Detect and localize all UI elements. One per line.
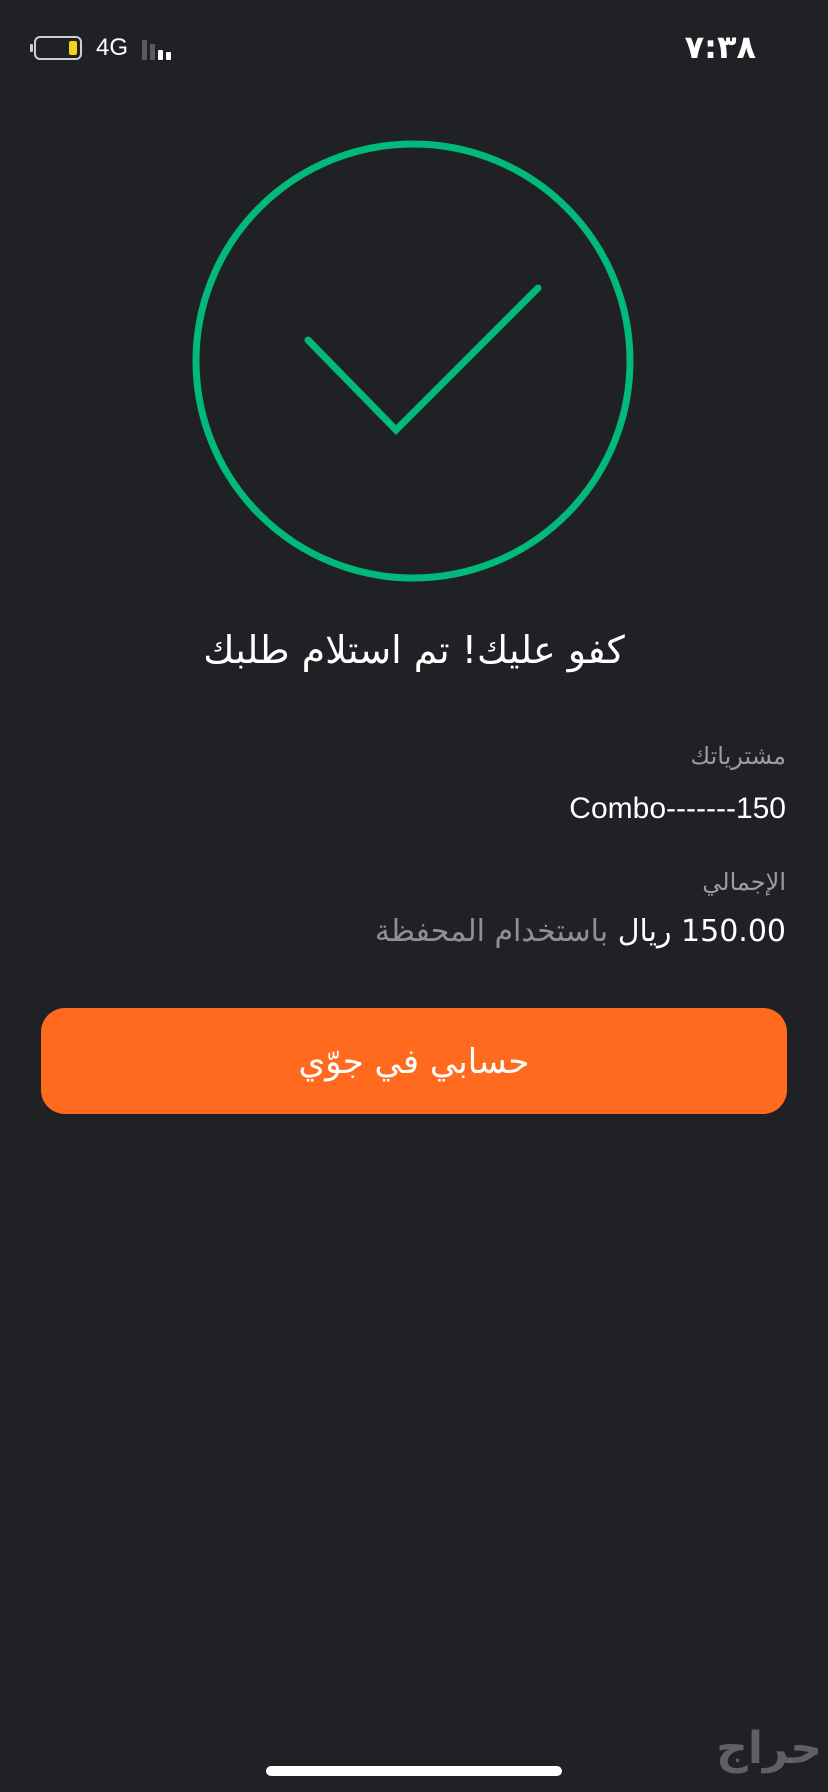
total-label: الإجمالي [702, 868, 786, 896]
total-line: 150.00 ريال باستخدام المحفظة [86, 914, 786, 949]
home-indicator[interactable] [266, 1766, 562, 1776]
status-bar: 4G ٧:٣٨ [0, 0, 828, 100]
watermark-logo: حراج [716, 1723, 822, 1774]
order-received-title: كفو عليك! تم استلام طلبك [203, 628, 625, 672]
clock: ٧:٣٨ [684, 28, 756, 66]
battery-level [69, 41, 77, 55]
purchases-value: Combo-------150 [569, 792, 786, 825]
network-type: 4G [96, 34, 129, 61]
my-account-button[interactable]: حسابي في جوّي [41, 1008, 787, 1114]
checkmark-circle-icon [192, 140, 634, 582]
status-indicators: 4G [30, 34, 172, 62]
signal-strength-icon [142, 36, 172, 60]
battery-icon [30, 36, 82, 60]
purchases-label: مشترياتك [690, 742, 786, 770]
payment-method: باستخدام المحفظة [374, 914, 609, 949]
checkmark-stroke [304, 284, 542, 435]
success-ring-circle [192, 140, 634, 582]
total-amount: 150.00 ريال [617, 914, 786, 949]
